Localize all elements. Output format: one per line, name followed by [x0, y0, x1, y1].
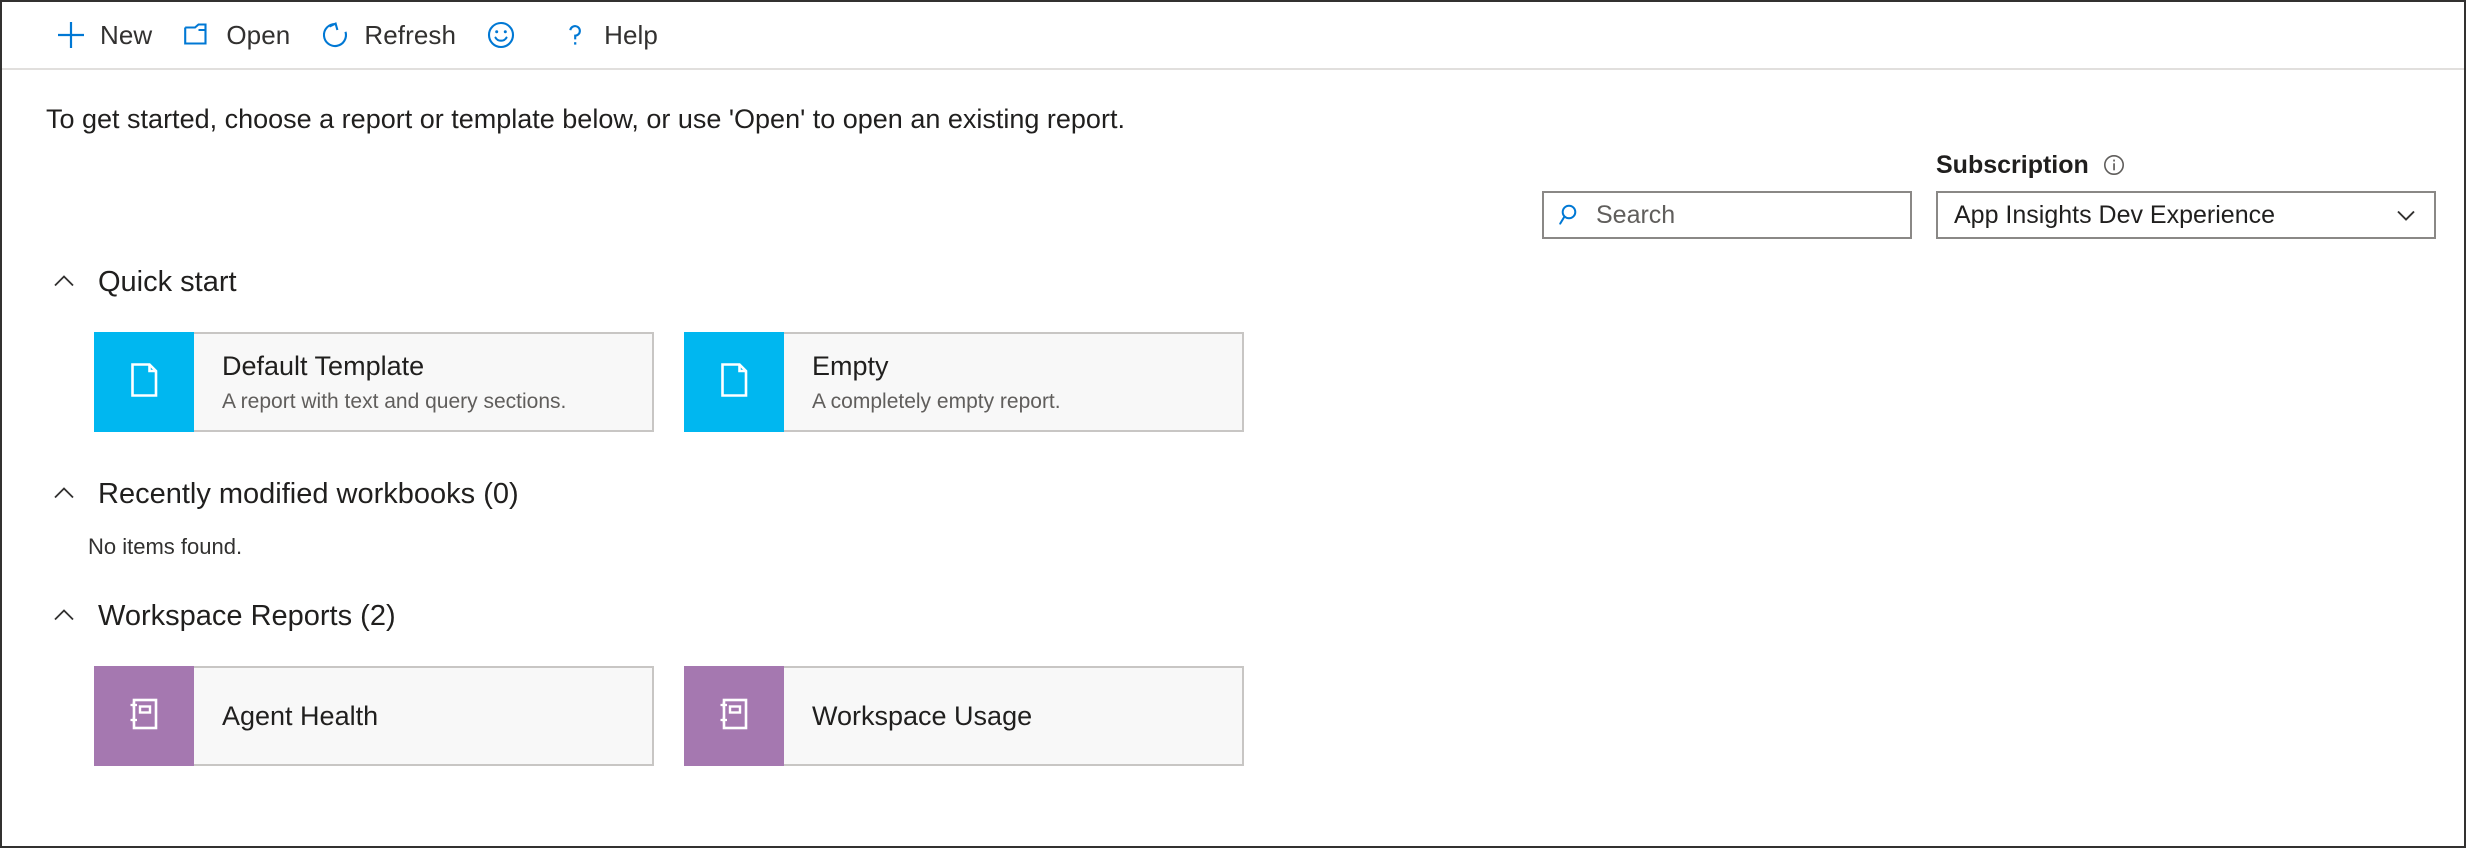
- section-quick-start: Quick start Default Template: [46, 260, 1246, 432]
- card-tile: [94, 332, 194, 432]
- card-title: Agent Health: [222, 700, 378, 732]
- workbook-icon: [120, 690, 168, 743]
- card-title: Empty: [812, 350, 1061, 382]
- card-agent-health[interactable]: Agent Health: [94, 666, 654, 766]
- card-body: Default Template A report with text and …: [194, 334, 566, 430]
- card-description: A report with text and query sections.: [222, 389, 566, 415]
- folder-open-icon: [180, 18, 214, 52]
- card-body: Agent Health: [194, 668, 378, 764]
- card-empty[interactable]: Empty A completely empty report.: [684, 332, 1244, 432]
- card-body: Empty A completely empty report.: [784, 334, 1061, 430]
- search-field: [1542, 150, 1912, 239]
- search-input[interactable]: [1586, 194, 1920, 236]
- section-workspace-reports: Workspace Reports (2) Ag: [46, 594, 1246, 766]
- search-box[interactable]: [1542, 191, 1912, 239]
- empty-state-message: No items found.: [88, 534, 1246, 560]
- card-workspace-usage[interactable]: Workspace Usage: [684, 666, 1244, 766]
- subscription-selected-value: App Insights Dev Experience: [1954, 200, 2275, 230]
- chevron-down-icon: [2392, 201, 2420, 229]
- section-title: Workspace Reports (2): [98, 599, 396, 633]
- workbook-icon: [710, 690, 758, 743]
- card-tile: [94, 666, 194, 766]
- help-button[interactable]: Help: [544, 3, 672, 67]
- section-title: Recently modified workbooks (0): [98, 477, 519, 511]
- workbooks-gallery-page: New Open Refresh: [0, 0, 2466, 848]
- card-body: Workspace Usage: [784, 668, 1032, 764]
- subscription-dropdown[interactable]: App Insights Dev Experience: [1936, 191, 2436, 239]
- plus-icon: [54, 18, 88, 52]
- section-header-quick-start[interactable]: Quick start: [46, 260, 1246, 304]
- subscription-label-row: Subscription: [1936, 150, 2436, 180]
- open-button-label: Open: [226, 20, 290, 50]
- refresh-button[interactable]: Refresh: [304, 3, 470, 67]
- section-header-workspace-reports[interactable]: Workspace Reports (2): [46, 594, 1246, 638]
- card-tile: [684, 332, 784, 432]
- sections-container: Quick start Default Template: [46, 260, 1246, 766]
- card-default-template[interactable]: Default Template A report with text and …: [94, 332, 654, 432]
- card-description: A completely empty report.: [812, 389, 1061, 415]
- question-mark-icon: [558, 18, 592, 52]
- search-icon: [1556, 200, 1586, 230]
- refresh-icon: [318, 18, 352, 52]
- subscription-field: Subscription App Insights Dev Experience: [1936, 150, 2436, 239]
- info-icon[interactable]: [2101, 152, 2127, 178]
- smiley-feedback-icon: [484, 18, 518, 52]
- document-icon: [120, 356, 168, 409]
- chevron-up-icon: [50, 480, 78, 508]
- new-button[interactable]: New: [40, 3, 166, 67]
- section-title: Quick start: [98, 265, 237, 299]
- intro-text: To get started, choose a report or templ…: [46, 102, 1125, 136]
- chevron-up-icon: [50, 602, 78, 630]
- card-tile: [684, 666, 784, 766]
- new-button-label: New: [100, 20, 152, 50]
- card-title: Workspace Usage: [812, 700, 1032, 732]
- document-icon: [710, 356, 758, 409]
- card-row-workspace-reports: Agent Health Works: [94, 666, 1246, 766]
- open-button[interactable]: Open: [166, 3, 304, 67]
- help-button-label: Help: [604, 20, 658, 50]
- section-recently-modified-workbooks: Recently modified workbooks (0) No items…: [46, 472, 1246, 560]
- filter-bar: Subscription App Insights Dev Experience: [1542, 150, 2436, 239]
- subscription-label: Subscription: [1936, 151, 2089, 179]
- section-header-recently-modified-workbooks[interactable]: Recently modified workbooks (0): [46, 472, 1246, 516]
- card-title: Default Template: [222, 350, 566, 382]
- command-bar: New Open Refresh: [2, 2, 2464, 70]
- feedback-button[interactable]: [470, 3, 544, 67]
- refresh-button-label: Refresh: [364, 20, 456, 50]
- chevron-up-icon: [50, 268, 78, 296]
- card-row-quick-start: Default Template A report with text and …: [94, 332, 1246, 432]
